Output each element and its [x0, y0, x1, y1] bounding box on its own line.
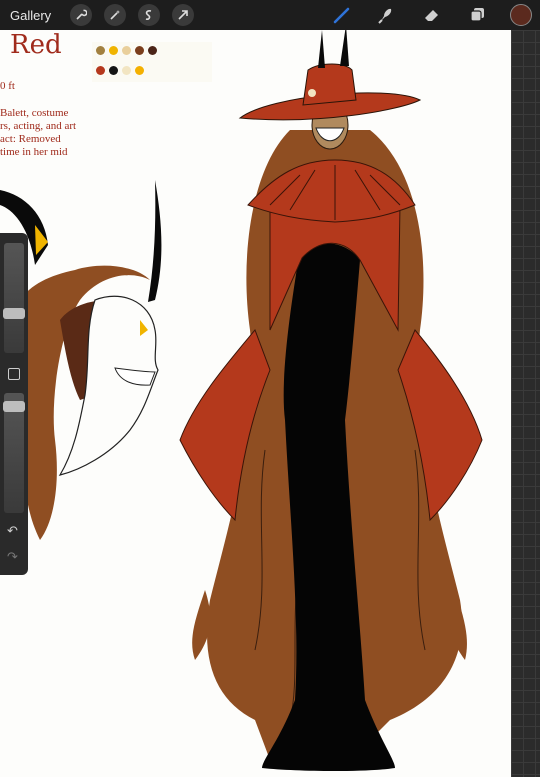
palette-swatch	[135, 66, 144, 75]
brush-sidebar: ↶ ↷	[0, 233, 28, 575]
gallery-button[interactable]: Gallery	[10, 8, 58, 23]
palette-swatch	[96, 46, 105, 55]
redo-icon[interactable]: ↷	[7, 549, 18, 565]
transform-icon[interactable]	[172, 4, 194, 26]
palette-swatch	[122, 46, 131, 55]
top-toolbar: Gallery	[0, 0, 540, 30]
palette-swatch	[96, 66, 105, 75]
magic-wand-icon[interactable]	[104, 4, 126, 26]
layers-icon[interactable]	[466, 3, 490, 27]
note-line: time in her mid	[0, 146, 68, 158]
smudge-icon[interactable]	[373, 3, 397, 27]
palette-swatch	[135, 46, 144, 55]
note-line: rs, acting, and art	[0, 120, 77, 132]
color-picker-swatch[interactable]	[510, 4, 532, 26]
canvas-background-grid	[511, 30, 540, 777]
eraser-icon[interactable]	[420, 3, 444, 27]
height-note: 0 ft	[0, 80, 15, 92]
character-name: Red	[10, 30, 62, 60]
artwork	[0, 30, 483, 771]
eyedropper-square-icon[interactable]	[8, 368, 20, 380]
brush-icon[interactable]	[330, 3, 354, 27]
palette-swatch	[122, 66, 131, 75]
drawing-canvas[interactable]: Red 0 ft Balett, costume rs, acting, and…	[0, 30, 511, 777]
color-palette	[92, 42, 212, 82]
opacity-thumb[interactable]	[3, 401, 25, 412]
palette-swatch	[109, 66, 118, 75]
brush-size-slider[interactable]	[4, 243, 24, 353]
undo-icon[interactable]: ↶	[7, 523, 18, 539]
palette-swatch	[148, 46, 157, 55]
palette-swatch	[109, 46, 118, 55]
selection-icon[interactable]	[138, 4, 160, 26]
brush-size-thumb[interactable]	[3, 308, 25, 319]
wrench-icon[interactable]	[70, 4, 92, 26]
note-line: Balett, costume	[0, 107, 69, 119]
character-notes: Balett, costume rs, acting, and art act:…	[0, 107, 76, 159]
note-line: act: Removed	[0, 133, 61, 145]
